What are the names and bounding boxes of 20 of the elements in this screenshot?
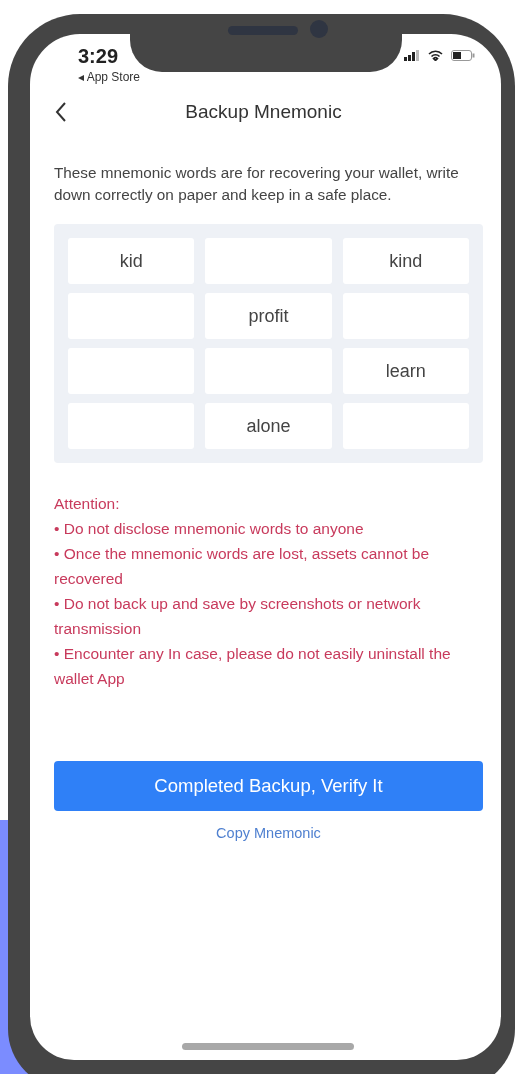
back-icon[interactable] — [54, 101, 68, 123]
back-to-app-link[interactable]: ◂ App Store — [78, 68, 141, 86]
mnemonic-word: kid — [68, 238, 195, 285]
warning-item: • Do not back up and save by screenshots or network transmission — [54, 594, 422, 640]
warning-item: • Do not disclose mnemonic words to anyone — [54, 519, 365, 540]
warning-item: • Encounter any In case, please do not easily uninstall the wallet App — [54, 644, 452, 690]
wifi-icon — [428, 50, 443, 61]
battery-icon — [451, 50, 475, 61]
warning-item: • Once the mnemonic words are lost, assets cannot be recovered — [54, 544, 431, 590]
description-text: These mnemonic words are for recovering your wallet, write down correctly on paper and keep in a safe place. — [54, 163, 460, 206]
attention-heading: Attention: — [54, 494, 121, 515]
page-title: Backup Mnemonic — [184, 99, 343, 124]
mnemonic-word: profit — [205, 293, 332, 340]
verify-button[interactable]: Completed Backup, Verify It — [54, 761, 483, 812]
copy-mnemonic-link[interactable]: Copy Mnemonic — [216, 823, 321, 846]
signal-icon — [404, 50, 420, 61]
mnemonic-word: alone — [205, 403, 332, 450]
mnemonic-word: kind — [342, 238, 469, 285]
status-time: 3:29 — [78, 46, 120, 66]
mnemonic-word: learn — [342, 348, 469, 395]
